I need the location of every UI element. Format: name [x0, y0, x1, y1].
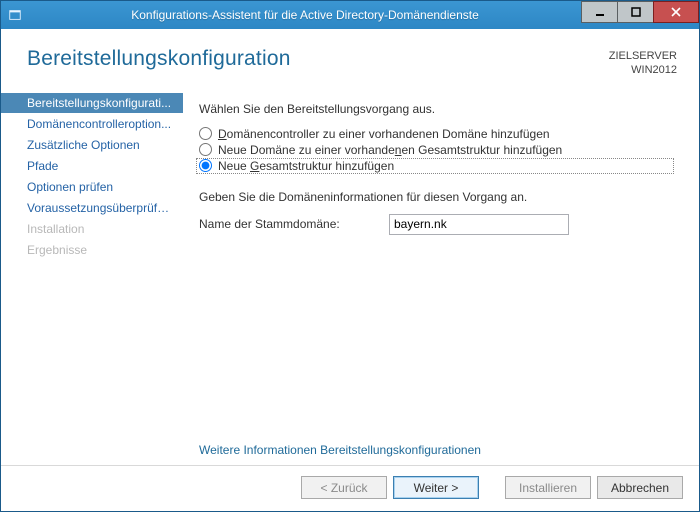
wizard-body: Bereitstellungskonfigurati... Domänencon… — [1, 86, 699, 465]
radio-add-dc-existing-domain[interactable]: Domänencontroller zu einer vorhandenen D… — [199, 126, 677, 142]
close-button[interactable] — [653, 1, 699, 23]
radio-new-domain-existing-forest[interactable]: Neue Domäne zu einer vorhandenen Gesamts… — [199, 142, 677, 158]
system-menu-icon[interactable] — [1, 1, 29, 29]
target-server-block: ZIELSERVER WIN2012 — [609, 47, 677, 78]
more-info-link[interactable]: Weitere Informationen Bereitstellungskon… — [199, 443, 677, 457]
root-domain-input[interactable] — [389, 214, 569, 235]
wizard-content: Wählen Sie den Bereitstellungsvorgang au… — [183, 92, 699, 465]
root-domain-label: Name der Stammdomäne: — [199, 217, 389, 231]
window-title: Konfigurations-Assistent für die Active … — [29, 8, 581, 22]
wizard-window: Konfigurations-Assistent für die Active … — [0, 0, 700, 512]
wizard-header: Bereitstellungskonfiguration ZIELSERVER … — [1, 29, 699, 86]
step-review-options[interactable]: Optionen prüfen — [1, 177, 183, 197]
back-button: < Zurück — [301, 476, 387, 499]
radio-new-forest[interactable]: Neue Gesamtstruktur hinzufügen — [196, 158, 674, 174]
wizard-footer: < Zurück Weiter > Installieren Abbrechen — [1, 465, 699, 511]
step-additional-options[interactable]: Zusätzliche Optionen — [1, 135, 183, 155]
next-button[interactable]: Weiter > — [393, 476, 479, 499]
target-server-label: ZIELSERVER — [609, 49, 677, 63]
step-results: Ergebnisse — [1, 240, 183, 260]
radio-new-domain-existing-forest-input[interactable] — [199, 143, 212, 156]
root-domain-row: Name der Stammdomäne: — [199, 214, 677, 235]
radio-add-dc-existing-domain-input[interactable] — [199, 127, 212, 140]
wizard-steps: Bereitstellungskonfigurati... Domänencon… — [1, 92, 183, 465]
radio-new-forest-input[interactable] — [199, 159, 212, 172]
cancel-button[interactable]: Abbrechen — [597, 476, 683, 499]
instruction-domain-info: Geben Sie die Domäneninformationen für d… — [199, 190, 677, 204]
radio-new-domain-existing-forest-label: Neue Domäne zu einer vorhandenen Gesamts… — [218, 143, 562, 157]
window-buttons — [581, 1, 699, 29]
install-button: Installieren — [505, 476, 591, 499]
step-prerequisites-check[interactable]: Voraussetzungsüberprüfu... — [1, 198, 183, 218]
step-deployment-configuration[interactable]: Bereitstellungskonfigurati... — [1, 93, 183, 113]
deployment-operation-group: Domänencontroller zu einer vorhandenen D… — [199, 126, 677, 174]
minimize-button[interactable] — [581, 1, 617, 23]
step-installation: Installation — [1, 219, 183, 239]
step-dc-options[interactable]: Domänencontrolleroption... — [1, 114, 183, 134]
maximize-button[interactable] — [617, 1, 653, 23]
radio-add-dc-existing-domain-label: Domänencontroller zu einer vorhandenen D… — [218, 127, 550, 141]
step-paths[interactable]: Pfade — [1, 156, 183, 176]
target-server-value: WIN2012 — [609, 63, 677, 77]
titlebar: Konfigurations-Assistent für die Active … — [1, 1, 699, 29]
instruction-select-operation: Wählen Sie den Bereitstellungsvorgang au… — [199, 102, 677, 116]
page-title: Bereitstellungskonfiguration — [27, 47, 609, 71]
radio-new-forest-label: Neue Gesamtstruktur hinzufügen — [218, 159, 394, 173]
